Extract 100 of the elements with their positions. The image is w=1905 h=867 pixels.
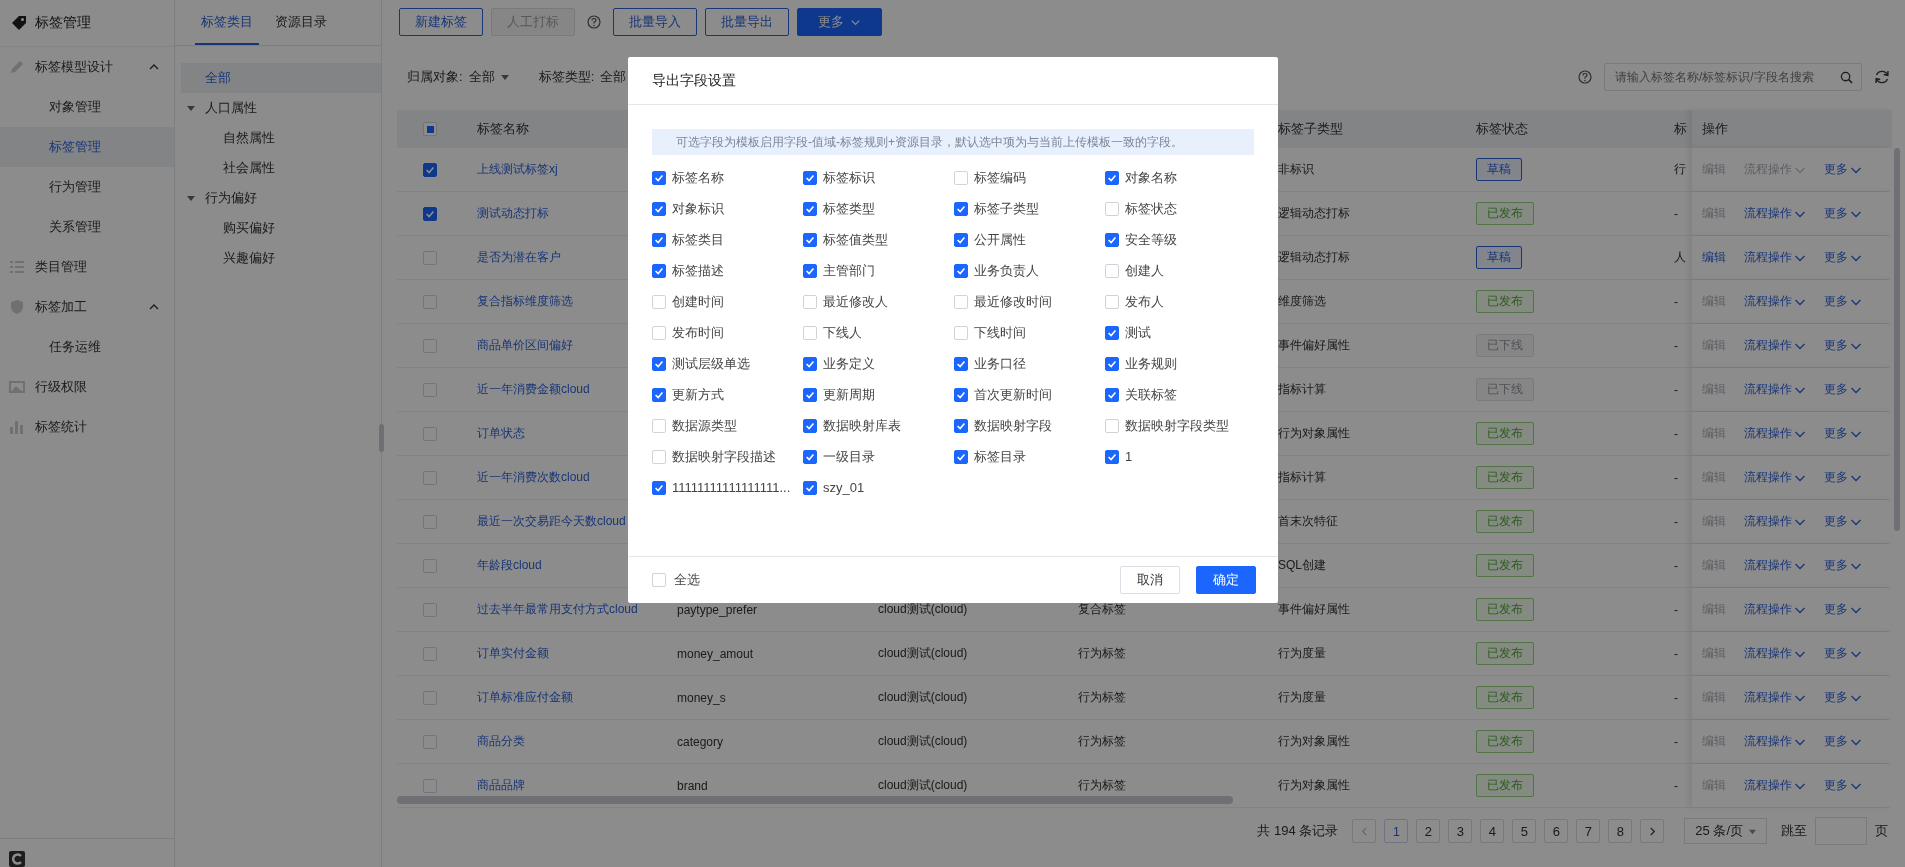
checkbox-label[interactable]: 标签描述 bbox=[672, 261, 724, 280]
checkbox[interactable] bbox=[1105, 387, 1119, 402]
toolbar-button[interactable]: 批量导入 bbox=[613, 8, 697, 36]
tag-name-link[interactable]: 订单状态 bbox=[477, 425, 525, 442]
action-dropdown[interactable]: 流程操作 bbox=[1744, 469, 1806, 486]
page-button[interactable]: 5 bbox=[1512, 819, 1537, 843]
action-dropdown[interactable]: 流程操作 bbox=[1744, 249, 1806, 266]
sidebar-item[interactable]: 对象管理 bbox=[0, 87, 174, 127]
checkbox-label[interactable]: 全选 bbox=[674, 571, 700, 589]
page-size-select[interactable]: 25 条/页 bbox=[1684, 818, 1767, 844]
tag-name-link[interactable]: 最近一次交易距今天数cloud bbox=[477, 513, 626, 530]
tree-node[interactable]: 行为偏好 bbox=[175, 183, 381, 213]
action-dropdown[interactable]: 更多 bbox=[1824, 249, 1862, 266]
tree-node[interactable]: 兴趣偏好 bbox=[175, 243, 381, 273]
more-button[interactable]: 更多 bbox=[797, 8, 882, 36]
checkbox-label[interactable]: 标签类目 bbox=[672, 230, 724, 249]
checkbox[interactable] bbox=[652, 201, 666, 216]
checkbox[interactable] bbox=[803, 201, 817, 216]
checkbox[interactable] bbox=[803, 480, 817, 495]
action-dropdown[interactable]: 流程操作 bbox=[1744, 645, 1806, 662]
checkbox-label[interactable]: 测试层级单选 bbox=[672, 354, 750, 373]
checkbox[interactable] bbox=[954, 418, 968, 433]
page-button[interactable]: 2 bbox=[1416, 819, 1441, 843]
refresh-icon[interactable] bbox=[1874, 69, 1890, 85]
checkbox[interactable] bbox=[652, 170, 666, 185]
checkbox-label[interactable]: 标签子类型 bbox=[974, 199, 1039, 218]
resize-handle[interactable] bbox=[379, 424, 384, 452]
sidebar-item[interactable]: 类目管理 bbox=[0, 247, 174, 287]
tree-node[interactable]: 购买偏好 bbox=[175, 213, 381, 243]
tag-name-link[interactable]: 过去半年最常用支付方式cloud bbox=[477, 601, 638, 618]
checkbox[interactable] bbox=[1105, 356, 1119, 371]
checkbox-label[interactable]: 标签目录 bbox=[974, 447, 1026, 466]
checkbox[interactable] bbox=[803, 170, 817, 185]
checkbox-label[interactable]: 数据源类型 bbox=[672, 416, 737, 435]
checkbox[interactable] bbox=[652, 480, 666, 495]
checkbox-label[interactable]: 发布时间 bbox=[672, 323, 724, 342]
checkbox-label[interactable]: 业务口径 bbox=[974, 354, 1026, 373]
checkbox-label[interactable]: 公开属性 bbox=[974, 230, 1026, 249]
action-dropdown[interactable]: 更多 bbox=[1824, 557, 1862, 574]
tag-name-link[interactable]: 商品分类 bbox=[477, 733, 525, 750]
action-dropdown[interactable]: 流程操作 bbox=[1744, 601, 1806, 618]
search-field[interactable]: 请输入标签名称/标签标识/字段名搜索 bbox=[1604, 63, 1862, 91]
checkbox-label[interactable]: 11111111111111111... bbox=[672, 480, 791, 495]
help-icon[interactable] bbox=[1578, 70, 1592, 84]
checkbox-label[interactable]: 创建时间 bbox=[672, 292, 724, 311]
checkbox-label[interactable]: 发布人 bbox=[1125, 292, 1164, 311]
checkbox-label[interactable]: 数据映射字段类型 bbox=[1125, 416, 1229, 435]
action-dropdown[interactable]: 更多 bbox=[1824, 161, 1862, 178]
select-all-checkbox[interactable] bbox=[423, 122, 437, 136]
sidebar-item[interactable]: 行级权限 bbox=[0, 367, 174, 407]
checkbox-label[interactable]: 标签类型 bbox=[823, 199, 875, 218]
checkbox-label[interactable]: 创建人 bbox=[1125, 261, 1164, 280]
search-icon[interactable] bbox=[1840, 70, 1853, 84]
checkbox-label[interactable]: 更新周期 bbox=[823, 385, 875, 404]
tag-name-link[interactable]: 上线测试标签xj bbox=[477, 161, 558, 178]
checkbox-label[interactable]: 关联标签 bbox=[1125, 385, 1177, 404]
action-dropdown[interactable]: 更多 bbox=[1824, 513, 1862, 530]
action-dropdown[interactable]: 更多 bbox=[1824, 645, 1862, 662]
tag-name-link[interactable]: 年龄段cloud bbox=[477, 557, 542, 574]
sidebar-item[interactable]: 标签统计 bbox=[0, 407, 174, 447]
checkbox[interactable] bbox=[652, 356, 666, 371]
checkbox-label[interactable]: 标签编码 bbox=[974, 168, 1026, 187]
checkbox[interactable] bbox=[954, 356, 968, 371]
checkbox[interactable] bbox=[954, 449, 968, 464]
filter-select[interactable]: 归属对象: 全部 bbox=[407, 68, 509, 86]
checkbox[interactable] bbox=[652, 232, 666, 247]
tag-name-link[interactable]: 是否为潜在客户 bbox=[477, 249, 561, 266]
action-dropdown[interactable]: 流程操作 bbox=[1744, 689, 1806, 706]
action-dropdown[interactable]: 更多 bbox=[1824, 733, 1862, 750]
tag-name-link[interactable]: 近一年消费次数cloud bbox=[477, 469, 590, 486]
action-dropdown[interactable]: 流程操作 bbox=[1744, 733, 1806, 750]
action-dropdown[interactable]: 更多 bbox=[1824, 469, 1862, 486]
checkbox[interactable] bbox=[1105, 449, 1119, 464]
checkbox-label[interactable]: 首次更新时间 bbox=[974, 385, 1052, 404]
checkbox-label[interactable]: 最近修改人 bbox=[823, 292, 888, 311]
action-dropdown[interactable]: 流程操作 bbox=[1744, 513, 1806, 530]
scrollbar-thumb[interactable] bbox=[397, 796, 1233, 804]
checkbox-label[interactable]: 下线时间 bbox=[974, 323, 1026, 342]
checkbox-label[interactable]: 业务定义 bbox=[823, 354, 875, 373]
sidebar-item[interactable]: 关系管理 bbox=[0, 207, 174, 247]
action-dropdown[interactable]: 流程操作 bbox=[1744, 425, 1806, 442]
action-dropdown[interactable]: 流程操作 bbox=[1744, 777, 1806, 794]
help-icon[interactable] bbox=[587, 15, 601, 29]
page-button[interactable]: 4 bbox=[1480, 819, 1505, 843]
checkbox[interactable] bbox=[1105, 232, 1119, 247]
action-dropdown[interactable]: 流程操作 bbox=[1744, 293, 1806, 310]
tag-name-link[interactable]: 商品品牌 bbox=[477, 777, 525, 794]
checkbox-label[interactable]: 数据映射库表 bbox=[823, 416, 901, 435]
checkbox[interactable] bbox=[803, 356, 817, 371]
checkbox-label[interactable]: 测试 bbox=[1125, 323, 1151, 342]
tag-name-link[interactable]: 商品单价区间偏好 bbox=[477, 337, 573, 354]
action-dropdown[interactable]: 更多 bbox=[1824, 601, 1862, 618]
page-button[interactable]: 8 bbox=[1608, 819, 1633, 843]
checkbox-label[interactable]: 业务规则 bbox=[1125, 354, 1177, 373]
tree-node[interactable]: 自然属性 bbox=[175, 123, 381, 153]
checkbox[interactable] bbox=[1105, 170, 1119, 185]
checkbox[interactable] bbox=[803, 418, 817, 433]
checkbox-label[interactable]: 对象标识 bbox=[672, 199, 724, 218]
checkbox-label[interactable]: 数据映射字段 bbox=[974, 416, 1052, 435]
tree-node[interactable]: 全部 bbox=[181, 63, 381, 93]
